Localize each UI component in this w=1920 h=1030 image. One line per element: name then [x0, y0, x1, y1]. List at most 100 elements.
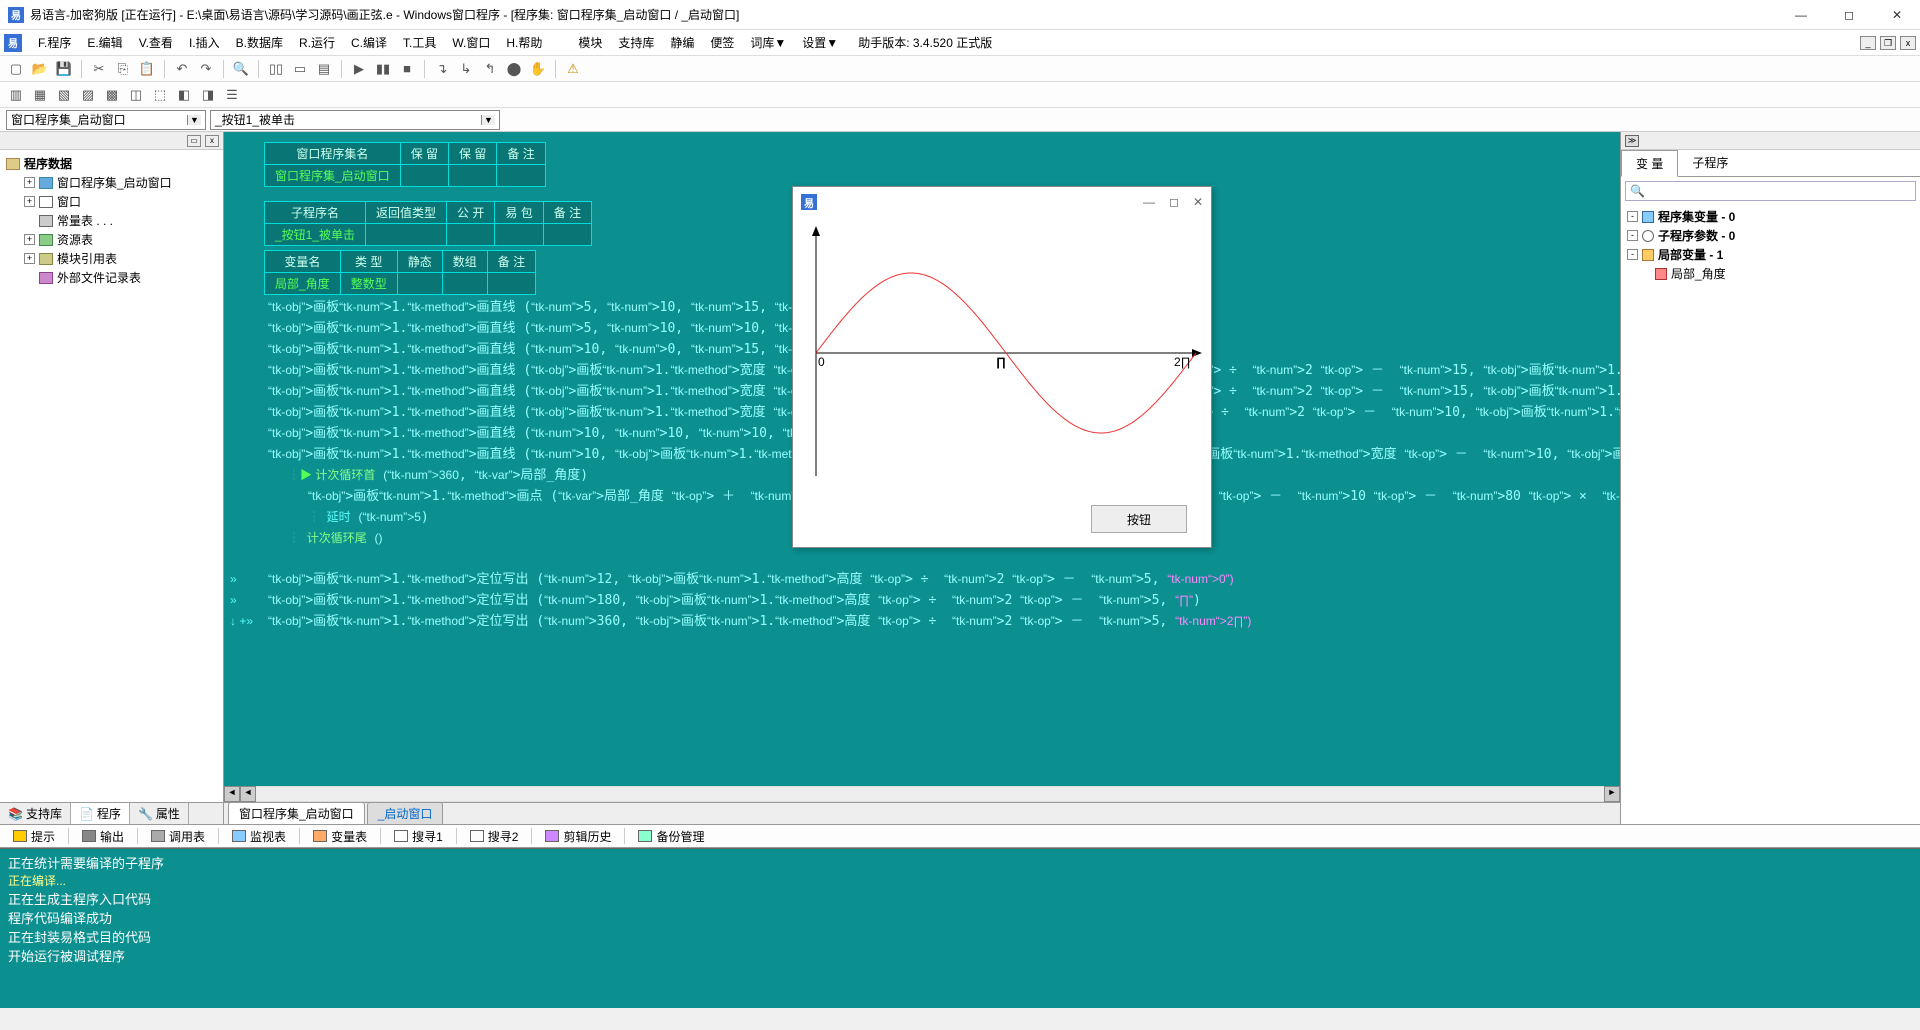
tree-node-programset[interactable]: + 窗口程序集_启动窗口: [6, 173, 217, 192]
menu-support-lib[interactable]: 支持库: [610, 34, 662, 51]
stop-icon[interactable]: ■: [397, 59, 417, 79]
menu-dictionary[interactable]: 词库▼: [742, 34, 794, 51]
tb2-icon-8[interactable]: ◧: [174, 85, 194, 105]
tb2-icon-9[interactable]: ◨: [198, 85, 218, 105]
tb2-icon-10[interactable]: ☰: [222, 85, 242, 105]
pin-icon[interactable]: ≫: [1625, 135, 1639, 147]
expand-icon[interactable]: +: [24, 177, 35, 188]
tab-properties[interactable]: 🔧属性: [130, 803, 189, 824]
menu-database[interactable]: B.数据库: [228, 34, 291, 51]
menu-static-compile[interactable]: 静编: [662, 34, 702, 51]
layout2-icon[interactable]: ▭: [290, 59, 310, 79]
new-file-icon[interactable]: ▢: [6, 59, 26, 79]
help-icon[interactable]: ⚠: [563, 59, 583, 79]
subroutine-dropdown[interactable]: _按钮1_被单击 ▼: [210, 110, 500, 130]
step-out-icon[interactable]: ↰: [480, 59, 500, 79]
minimize-button[interactable]: —: [1786, 8, 1816, 22]
tree-root[interactable]: 程序数据: [6, 154, 217, 173]
code-line[interactable]: »“tk-obj”>画板“tk-num”>1.“tk-method”>定位写出 …: [264, 569, 1620, 590]
redo-icon[interactable]: ↷: [196, 59, 216, 79]
tb2-icon-1[interactable]: ▥: [6, 85, 26, 105]
tb2-icon-2[interactable]: ▦: [30, 85, 50, 105]
scroll-left-icon[interactable]: ◄: [224, 786, 240, 802]
panel-float-button[interactable]: ▭: [187, 135, 201, 147]
var-group-programset[interactable]: - 程序集变量 - 0: [1627, 207, 1914, 226]
menu-tools[interactable]: T.工具: [395, 34, 444, 51]
collapse-icon[interactable]: -: [1627, 211, 1638, 222]
tab-vartable[interactable]: 变量表: [304, 825, 376, 848]
tree-node-modules[interactable]: + 模块引用表: [6, 249, 217, 268]
editor-tab-programset[interactable]: 窗口程序集_启动窗口: [228, 802, 365, 824]
breakpoint-icon[interactable]: ⬤: [504, 59, 524, 79]
tree-node-window[interactable]: + 窗口: [6, 192, 217, 211]
tb2-icon-6[interactable]: ◫: [126, 85, 146, 105]
collapse-icon[interactable]: -: [1627, 249, 1638, 260]
cursor-icon[interactable]: ✋: [528, 59, 548, 79]
tab-callstack[interactable]: 调用表: [142, 825, 214, 848]
find-icon[interactable]: 🔍: [231, 59, 251, 79]
var-group-params[interactable]: - 子程序参数 - 0: [1627, 226, 1914, 245]
var-local-angle[interactable]: 局部_角度: [1627, 264, 1914, 283]
tab-subroutines[interactable]: 子程序: [1678, 150, 1742, 176]
search-input[interactable]: 🔍: [1625, 181, 1916, 201]
menu-insert[interactable]: I.插入: [181, 34, 228, 51]
paste-icon[interactable]: 📋: [137, 59, 157, 79]
panel-close-button[interactable]: x: [205, 135, 219, 147]
tab-program[interactable]: 📄程序: [71, 803, 130, 824]
layout3-icon[interactable]: ▤: [314, 59, 334, 79]
run-close-button[interactable]: ✕: [1193, 195, 1203, 209]
menu-window[interactable]: W.窗口: [444, 34, 498, 51]
step-over-icon[interactable]: ↳: [456, 59, 476, 79]
copy-icon[interactable]: ⎘: [113, 59, 133, 79]
menu-view[interactable]: V.查看: [131, 34, 181, 51]
tb2-icon-7[interactable]: ⬚: [150, 85, 170, 105]
tab-watch[interactable]: 监视表: [223, 825, 295, 848]
menu-notes[interactable]: 便签: [702, 34, 742, 51]
expand-icon[interactable]: +: [24, 253, 35, 264]
expand-icon[interactable]: +: [24, 196, 35, 207]
close-button[interactable]: ✕: [1882, 8, 1912, 22]
collapse-icon[interactable]: -: [1627, 230, 1638, 241]
run-window[interactable]: 易 — ◻ ✕ 0 ∏ 2∏ 按钮: [792, 186, 1212, 548]
tab-cliphistory[interactable]: 剪辑历史: [536, 825, 620, 848]
horizontal-scrollbar[interactable]: ◄ ◄ ►: [224, 786, 1620, 802]
tb2-icon-5[interactable]: ▩: [102, 85, 122, 105]
tb2-icon-3[interactable]: ▧: [54, 85, 74, 105]
open-file-icon[interactable]: 📂: [30, 59, 50, 79]
pause-icon[interactable]: ▮▮: [373, 59, 393, 79]
undo-icon[interactable]: ↶: [172, 59, 192, 79]
run-icon[interactable]: ▶: [349, 59, 369, 79]
menu-settings[interactable]: 设置▼: [794, 34, 846, 51]
maximize-button[interactable]: ◻: [1834, 8, 1864, 22]
menu-program[interactable]: F.程序: [30, 34, 79, 51]
tab-backup[interactable]: 备份管理: [629, 825, 713, 848]
expand-icon[interactable]: +: [24, 234, 35, 245]
menu-run[interactable]: R.运行: [291, 34, 343, 51]
code-line[interactable]: »“tk-obj”>画板“tk-num”>1.“tk-method”>定位写出 …: [264, 590, 1620, 611]
code-line[interactable]: ↓ +»“tk-obj”>画板“tk-num”>1.“tk-method”>定位…: [264, 611, 1620, 632]
mdi-restore-button[interactable]: ❐: [1880, 36, 1896, 50]
var-group-locals[interactable]: - 局部变量 - 1: [1627, 245, 1914, 264]
scroll-right-icon[interactable]: ►: [1604, 786, 1620, 802]
tab-search1[interactable]: 搜寻1: [385, 825, 452, 848]
run-maximize-button[interactable]: ◻: [1169, 195, 1179, 209]
tab-variables[interactable]: 变 量: [1621, 150, 1678, 177]
menu-help[interactable]: H.帮助: [498, 34, 550, 51]
tab-support-lib[interactable]: 📚支持库: [0, 803, 71, 824]
save-file-icon[interactable]: 💾: [54, 59, 74, 79]
scroll-left2-icon[interactable]: ◄: [240, 786, 256, 802]
run-window-titlebar[interactable]: 易 — ◻ ✕: [793, 187, 1211, 217]
editor-tab-window[interactable]: _启动窗口: [367, 802, 444, 824]
step-into-icon[interactable]: ↴: [432, 59, 452, 79]
tree-node-external[interactable]: 外部文件记录表: [6, 268, 217, 287]
tab-output[interactable]: 输出: [73, 825, 133, 848]
mdi-minimize-button[interactable]: _: [1860, 36, 1876, 50]
cut-icon[interactable]: ✂: [89, 59, 109, 79]
tree-node-constants[interactable]: 常量表 . . .: [6, 211, 217, 230]
run-minimize-button[interactable]: —: [1143, 195, 1155, 209]
tree-node-resources[interactable]: + 资源表: [6, 230, 217, 249]
mdi-close-button[interactable]: x: [1900, 36, 1916, 50]
layout1-icon[interactable]: ▯▯: [266, 59, 286, 79]
tb2-icon-4[interactable]: ▨: [78, 85, 98, 105]
tab-hints[interactable]: 提示: [4, 825, 64, 848]
